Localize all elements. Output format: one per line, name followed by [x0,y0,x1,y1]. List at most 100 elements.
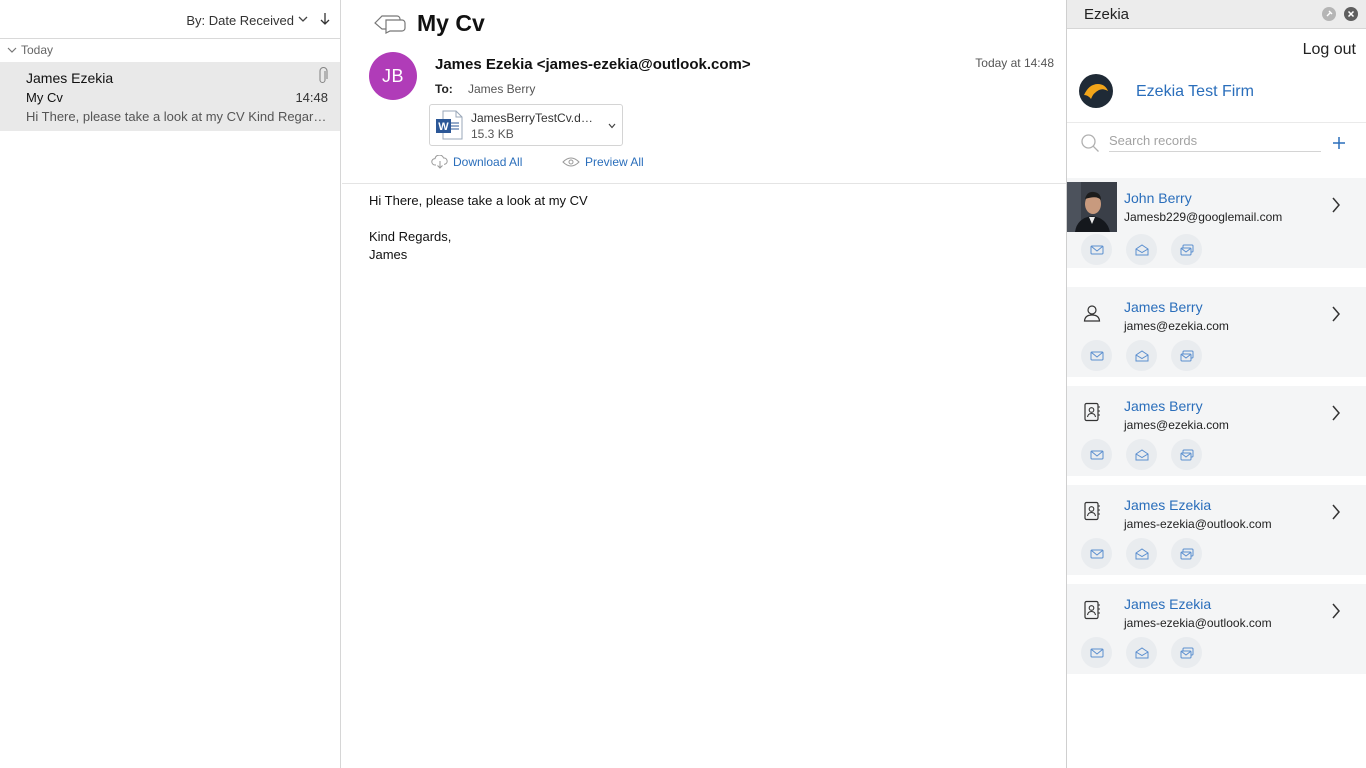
divider [1067,122,1366,123]
record-card[interactable]: John Berry Jamesb229@googlemail.com [1067,178,1366,268]
record-email: Jamesb229@googlemail.com [1124,210,1283,224]
record-card[interactable]: James Ezekia james-ezekia@outlook.com [1067,584,1366,674]
envelope-icon [1090,549,1103,558]
message-preview: Hi There, please take a look at my CV Ki… [26,109,330,124]
attach-to-record-button[interactable] [1171,340,1202,371]
body-line: Kind Regards, [369,229,452,244]
header-divider [342,183,1066,184]
svg-text:W: W [438,121,449,133]
send-email-button[interactable] [1081,340,1112,371]
open-email-button[interactable] [1126,538,1157,569]
envelope-icon [1090,450,1103,459]
firm-name[interactable]: Ezekia Test Firm [1136,83,1254,101]
chevron-right-icon[interactable] [1331,196,1341,214]
chevron-down-icon[interactable] [298,15,308,23]
record-card[interactable]: James Berry james@ezekia.com [1067,287,1366,377]
record-email: james-ezekia@outlook.com [1124,517,1272,531]
sort-dropdown[interactable]: By: Date Received [186,13,294,28]
contact-card-icon [1084,600,1100,620]
search-records-input[interactable] [1109,130,1321,152]
message-list-pane: By: Date Received Today James Ezekia My … [0,0,341,768]
chevron-right-icon[interactable] [1331,404,1341,422]
record-name[interactable]: James Ezekia [1124,497,1211,513]
sort-bar: By: Date Received [0,0,340,39]
attach-to-record-button[interactable] [1171,439,1202,470]
record-actions [1081,538,1202,569]
send-email-button[interactable] [1081,439,1112,470]
record-name[interactable]: James Berry [1124,398,1203,414]
record-name[interactable]: John Berry [1124,190,1192,206]
send-email-button[interactable] [1081,538,1112,569]
envelope-open-icon [1135,646,1148,658]
attach-to-record-button[interactable] [1171,234,1202,265]
search-icon [1081,134,1099,152]
chevron-down-icon[interactable] [7,46,17,54]
group-header-today[interactable]: Today [0,39,340,62]
open-email-button[interactable] [1126,340,1157,371]
envelope-icon [1090,351,1103,360]
download-all-button[interactable]: Download All [431,155,522,169]
envelope-open-icon [1135,349,1148,361]
email-body: Hi There, please take a look at my CV Ki… [369,192,588,264]
sender-avatar: JB [369,52,417,100]
send-email-button[interactable] [1081,234,1112,265]
record-actions [1081,234,1202,265]
attachment-card[interactable]: W JamesBerryTestCv.docx 15.3 KB [429,104,623,146]
attach-to-record-button[interactable] [1171,538,1202,569]
person-icon [1083,305,1101,322]
addin-titlebar: Ezekia [1067,0,1366,29]
record-actions [1081,637,1202,668]
attachment-paperclip-icon [319,67,328,84]
open-email-button[interactable] [1126,439,1157,470]
email-subject-title: My Cv [417,10,485,36]
attachment-size: 15.3 KB [471,127,514,141]
sender-address[interactable]: James Ezekia <james-ezekia@outlook.com> [435,56,751,73]
record-card[interactable]: James Ezekia james-ezekia@outlook.com [1067,485,1366,575]
envelope-open-icon [1135,448,1148,460]
envelopes-icon [1180,548,1193,559]
attachment-name: JamesBerryTestCv.docx [471,111,599,125]
envelope-icon [1090,648,1103,657]
ezekia-addin-panel: Ezekia Log out Ezekia Test Firm Search r… [1066,0,1366,768]
sort-direction-arrow-icon[interactable] [320,12,330,26]
message-time: 14:48 [295,90,328,105]
message-list-item[interactable]: James Ezekia My Cv 14:48 Hi There, pleas… [0,62,340,131]
recipient-name[interactable]: James Berry [468,82,535,96]
chevron-down-icon[interactable] [608,123,616,129]
chevron-right-icon[interactable] [1331,503,1341,521]
word-icon: W [436,110,463,140]
add-icon[interactable] [1332,136,1346,150]
open-email-button[interactable] [1126,637,1157,668]
chevron-right-icon[interactable] [1331,305,1341,323]
envelope-icon [1090,245,1103,254]
open-email-button[interactable] [1126,234,1157,265]
message-subject: My Cv [26,90,63,105]
record-name[interactable]: James Ezekia [1124,596,1211,612]
envelopes-icon [1180,449,1193,460]
record-email: james@ezekia.com [1124,418,1229,432]
record-email: james-ezekia@outlook.com [1124,616,1272,630]
chevron-right-icon[interactable] [1331,602,1341,620]
record-card[interactable]: James Berry james@ezekia.com [1067,386,1366,476]
body-line: Hi There, please take a look at my CV [369,193,588,208]
download-all-label: Download All [453,155,523,169]
envelopes-icon [1180,244,1193,255]
received-timestamp: Today at 14:48 [975,56,1054,70]
contact-card-icon [1084,501,1100,521]
record-name[interactable]: James Berry [1124,299,1203,315]
pin-icon[interactable] [1322,7,1336,21]
group-label: Today [21,43,54,57]
close-icon[interactable] [1344,7,1358,21]
addin-title: Ezekia [1084,6,1130,23]
preview-all-button[interactable]: Preview All [562,155,644,169]
conversation-icon[interactable] [369,12,407,34]
envelope-open-icon [1135,243,1148,255]
envelopes-icon [1180,647,1193,658]
eye-icon [562,157,580,167]
record-actions [1081,340,1202,371]
send-email-button[interactable] [1081,637,1112,668]
preview-all-label: Preview All [585,155,644,169]
attach-to-record-button[interactable] [1171,637,1202,668]
logout-link[interactable]: Log out [1303,41,1356,59]
message-sender: James Ezekia [26,70,114,86]
